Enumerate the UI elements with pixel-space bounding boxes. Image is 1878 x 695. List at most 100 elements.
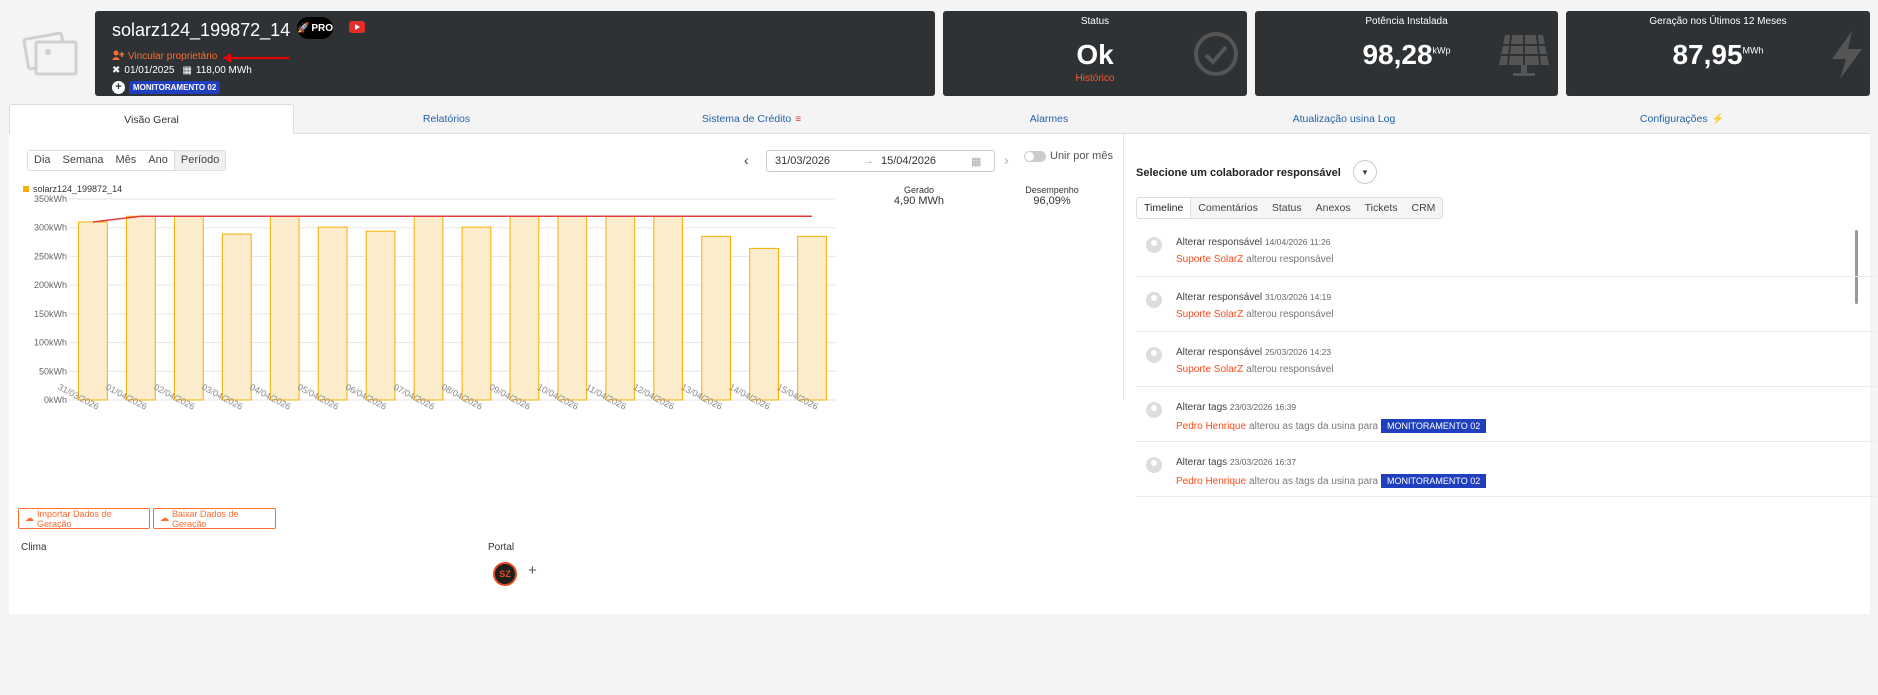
tab-settings[interactable]: Configurações ⚡ [1494,104,1870,134]
timeline-action: alterou responsável [1246,364,1334,375]
bar-07/04/2026[interactable] [413,215,444,401]
cloud-download-icon: ☁ [160,513,169,523]
annotation-arrow [229,57,289,59]
y-tick-label: 50kWh [39,366,67,376]
link-owner-link[interactable]: Vincular proprietário [112,50,217,63]
bar-31/03/2026[interactable] [78,221,108,401]
next-date-icon[interactable]: › [1004,152,1009,168]
tab-update-log[interactable]: Atualização usina Log [1194,104,1494,134]
subtab-crm[interactable]: CRM [1405,198,1443,218]
chart-legend[interactable]: solarz124_199872_14 [23,184,122,194]
add-portal-icon[interactable]: + [528,562,537,579]
y-tick-label: 200kWh [34,280,67,290]
portal-label: Portal [488,542,515,553]
tag-badge: MONITORAMENTO 02 [129,81,221,94]
timeline-user[interactable]: Pedro Henrique [1176,476,1246,487]
date-range-picker[interactable]: 31/03/2026 → 15/04/2026 ▦ [766,150,995,172]
timeline-user[interactable]: Suporte SolarZ [1176,254,1243,265]
import-data-button[interactable]: ☁ Importar Dados de Geração [18,508,150,529]
pro-badge: 🚀 PRO [297,17,333,39]
timeline-title: Alterar tags [1176,457,1228,468]
portal-logo[interactable]: SZ [493,562,517,586]
bar-01/04/2026[interactable] [126,215,156,401]
timeline-date: 14/04/2026 11:26 [1264,237,1331,247]
timeline-item: Alterar tags 23/03/2026 16:39 Pedro Henri… [1136,396,1878,442]
bar-04/04/2026[interactable] [269,215,300,401]
bar-14/04/2026[interactable] [749,247,779,401]
timeline-item: Alterar tags 23/03/2026 16:37 Pedro Henri… [1136,451,1878,497]
check-circle-icon [1193,31,1239,82]
bar-10/04/2026[interactable] [557,215,588,401]
timeline-action: alterou responsável [1246,254,1334,265]
timeline-item: Alterar responsável 25/03/2026 14:23 Supo… [1136,341,1878,387]
y-tick-label: 0kWh [44,395,67,405]
bar-05/04/2026[interactable] [317,226,348,401]
y-tick-label: 100kWh [34,338,67,348]
tab-reports[interactable]: Relatórios [294,104,599,134]
timeline-user[interactable]: Pedro Henrique [1176,421,1246,432]
list-icon: ≡ [795,113,802,125]
period-month[interactable]: Mês [110,151,143,170]
merge-month-toggle[interactable] [1024,151,1046,162]
tab-credit-system[interactable]: Sistema de Crédito ≡ [599,104,904,134]
calendar-icon: ▦ [182,65,192,76]
tag-badge: MONITORAMENTO 02 [1381,474,1487,488]
timeline-user[interactable]: Suporte SolarZ [1176,309,1243,320]
bar-08/04/2026[interactable] [461,226,492,401]
subtab-comments[interactable]: Comentários [1191,198,1265,218]
timeline-item: Alterar responsável 14/04/2026 11:26 Supo… [1136,231,1878,277]
add-user-icon [112,50,125,63]
subtab-tickets[interactable]: Tickets [1358,198,1405,218]
kpi-performance: Desempenho 96,09% [1025,185,1079,207]
bar-06/04/2026[interactable] [365,230,396,401]
timeline-action: alterou responsável [1246,309,1334,320]
youtube-icon[interactable] [349,21,365,33]
user-avatar-icon [1146,237,1162,253]
timeline-action: alterou as tags da usina para [1249,475,1379,487]
y-tick-label: 350kWh [34,194,67,204]
user-avatar-icon [1146,347,1162,363]
user-avatar-icon [1146,402,1162,418]
timeline-action: alterou as tags da usina para [1249,420,1379,432]
tab-overview[interactable]: Visão Geral [9,104,294,135]
overview-panel: Dia Semana Mês Ano Período ‹ 31/03/2026 … [9,134,1878,614]
tab-alarms[interactable]: Alarmes [904,104,1194,134]
collaborator-dropdown[interactable]: ▼ [1353,160,1377,184]
bar-09/04/2026[interactable] [509,215,540,401]
user-avatar-icon [1146,457,1162,473]
timeline-user[interactable]: Suporte SolarZ [1176,364,1243,375]
lightning-icon [1830,31,1864,84]
period-year[interactable]: Ano [142,151,174,170]
user-avatar-icon [1146,292,1162,308]
date-to: 15/04/2026 [881,155,937,167]
period-week[interactable]: Semana [57,151,110,170]
date-from: 31/03/2026 [775,155,831,167]
bar-02/04/2026[interactable] [173,215,204,401]
tag-badge: MONITORAMENTO 02 [1381,419,1487,433]
add-tag-icon[interactable]: + [112,81,125,94]
plant-meta: ✖ 01/01/2025 ▦ 118,00 MWh [112,65,252,76]
subtab-status[interactable]: Status [1265,198,1309,218]
timeline-date: 25/03/2026 14:23 [1264,347,1332,357]
kpi-generated: Gerado 4,90 MWh [893,185,945,207]
generation-12m-card: Geração nos Útimos 12 Meses 87,95MWh [1566,11,1870,96]
bar-11/04/2026[interactable] [605,215,636,401]
annotation-arrow-head [223,53,231,63]
timeline-subtabs: Timeline Comentários Status Anexos Ticke… [1136,197,1444,219]
download-data-button[interactable]: ☁ Baixar Dados de Geração [153,508,276,529]
solar-panel-icon [1497,31,1551,84]
period-range[interactable]: Período [173,151,226,170]
timeline-title: Alterar responsável [1176,237,1263,248]
prev-date-icon[interactable]: ‹ [744,152,749,168]
period-day[interactable]: Dia [28,151,57,170]
bar-03/04/2026[interactable] [221,233,252,401]
y-tick-label: 150kWh [34,309,67,319]
bar-15/04/2026[interactable] [797,235,827,401]
plug-off-icon: ⚡ [1711,113,1725,125]
subtab-attachments[interactable]: Anexos [1309,198,1358,218]
subtab-timeline[interactable]: Timeline [1137,198,1192,218]
cloud-upload-icon: ☁ [25,513,34,523]
bar-13/04/2026[interactable] [701,235,732,401]
bar-12/04/2026[interactable] [653,215,684,401]
plant-header-card: solarz124_199872_14 🚀 PRO Vincular propri… [95,11,935,96]
